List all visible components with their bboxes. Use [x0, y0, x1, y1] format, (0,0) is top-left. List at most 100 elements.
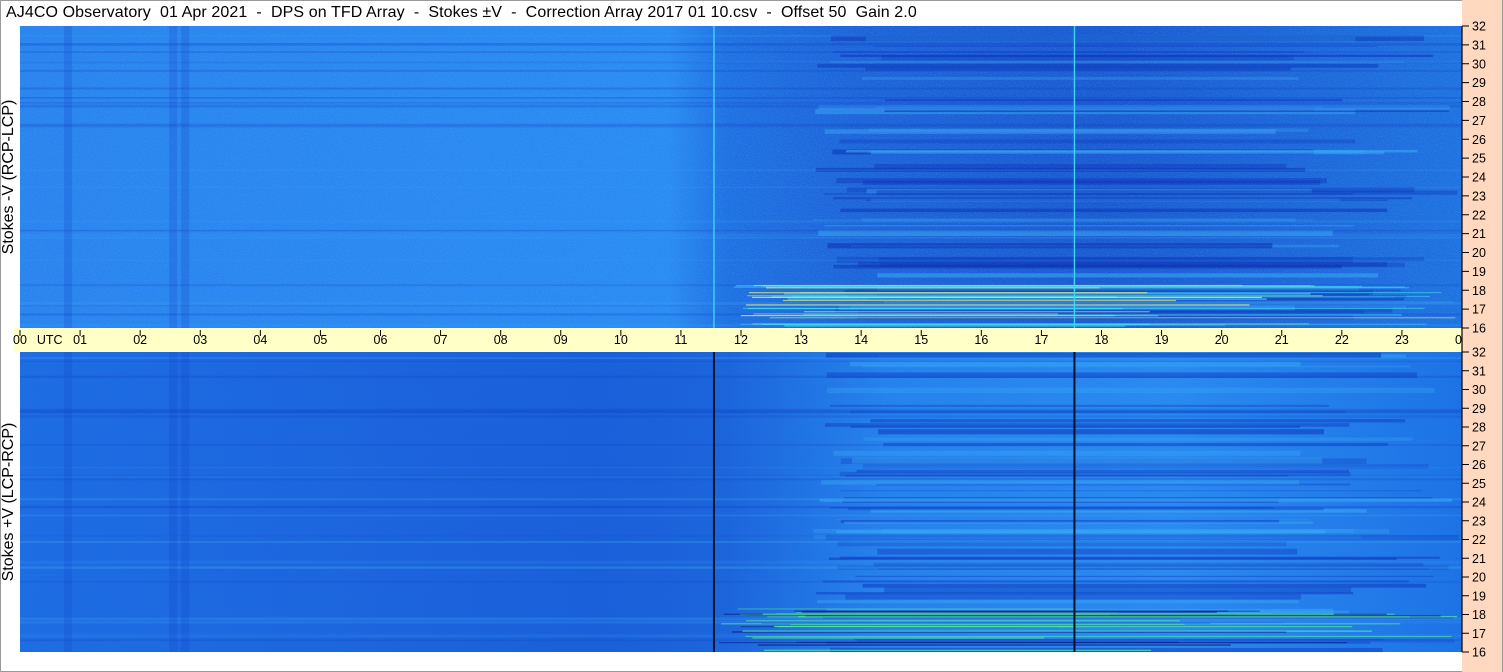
time-tick-label: 08 — [494, 333, 508, 347]
spectrogram-emission — [762, 613, 1334, 615]
freq-tick-label: 18 — [1472, 608, 1486, 622]
spectrogram-band — [836, 530, 1325, 534]
spectrogram-band — [20, 104, 1462, 108]
spectrogram-band — [20, 259, 1462, 261]
freq-tick-label: 23 — [1472, 514, 1486, 528]
spectrogram-band — [181, 352, 190, 652]
spectrogram-emission — [784, 325, 1125, 327]
spectrogram-band — [816, 600, 1299, 604]
time-tick-label: 09 — [554, 333, 568, 347]
time-tick-label: 22 — [1335, 333, 1349, 347]
spectrogram-band — [20, 541, 1462, 544]
spectrogram-band — [20, 97, 1462, 99]
freq-tick-label: 27 — [1472, 114, 1486, 128]
spectrogram-band — [20, 639, 1462, 642]
spectrogram-band — [20, 357, 1462, 359]
spectrogram-band — [876, 190, 1458, 195]
spectrogram-band — [20, 186, 1462, 188]
time-tick-label: 00 — [13, 333, 27, 347]
freq-tick-label: 17 — [1472, 627, 1486, 641]
time-tick-label: 10 — [614, 333, 628, 347]
time-tick-label: 21 — [1275, 333, 1289, 347]
spectrogram-band — [845, 593, 1301, 600]
spectrogram-emission — [742, 630, 1373, 632]
spectrogram-emission — [742, 307, 1425, 309]
spectrogram-band — [839, 139, 1356, 144]
freq-tick-label: 32 — [1472, 20, 1486, 34]
freq-tick-label: 31 — [1472, 364, 1486, 378]
spectrogram-band — [20, 125, 1462, 128]
time-tick-label: 02 — [133, 333, 147, 347]
time-tick-label: 19 — [1155, 333, 1169, 347]
time-tick-label: 01 — [73, 333, 87, 347]
spectrogram-band — [169, 26, 178, 328]
spectrogram-band — [824, 423, 1350, 427]
spectrogram-band — [20, 102, 1462, 104]
spectrogram-band — [844, 521, 1313, 524]
spectrogram-band — [20, 43, 1462, 46]
spectrogram-band — [20, 474, 1462, 477]
time-tick-label: 13 — [794, 333, 808, 347]
bottom-spectrogram-panel — [20, 352, 1462, 653]
spectrogram-band — [20, 410, 1462, 414]
spectrogram-emission — [782, 299, 1176, 302]
spectrogram-band — [817, 64, 1379, 68]
spectrogram-band — [20, 415, 1462, 418]
spectrogram-emission — [769, 317, 1456, 319]
time-tick-label: 05 — [313, 333, 327, 347]
freq-tick-label: 19 — [1472, 265, 1486, 279]
time-tick-label: 16 — [974, 333, 988, 347]
spectrogram-band — [20, 535, 1462, 537]
spectrogram-band — [820, 479, 1300, 485]
freq-tick-label: 22 — [1472, 533, 1486, 547]
spectrogram-emission — [757, 644, 1231, 646]
time-tick-label: 23 — [1395, 333, 1409, 347]
freq-tick-label: 16 — [1472, 322, 1486, 336]
freq-tick-label: 22 — [1472, 208, 1486, 222]
spectrogram-band — [20, 360, 1462, 363]
spectrogram-band — [840, 490, 1423, 492]
time-tick-label: 12 — [734, 333, 748, 347]
spectrogram-band — [20, 580, 1462, 583]
spectrogram-band — [20, 505, 1462, 509]
freq-tick-label: 25 — [1472, 152, 1486, 166]
spectrogram-band — [20, 169, 1462, 171]
spectrogram-emission — [774, 625, 1074, 628]
spectrogram-band — [20, 567, 1462, 569]
spectrogram-emission — [752, 637, 1045, 639]
spectrogram-band — [20, 477, 1462, 481]
top-spectrogram-panel — [20, 26, 1462, 328]
spectrogram-band — [20, 466, 1462, 469]
spectrogram-band — [824, 225, 1354, 227]
spectrogram-band — [815, 592, 1354, 595]
spectrogram-band — [20, 375, 1462, 378]
spectrogram-band — [839, 556, 1440, 559]
spectrogram-band — [181, 26, 190, 328]
freq-tick-label: 23 — [1472, 189, 1486, 203]
time-tick-label: 17 — [1034, 333, 1048, 347]
spectrogram-emission — [783, 293, 1311, 295]
spectrogram-band — [836, 178, 1327, 184]
freq-tick-label: 30 — [1472, 383, 1486, 397]
spectrogram-emission — [767, 616, 1410, 618]
spectrogram-emission — [748, 292, 1148, 294]
spectrogram-band — [843, 497, 1433, 499]
spectrogram-band — [20, 60, 1462, 63]
spectrogram-band — [874, 45, 1378, 47]
time-tick-label: 03 — [193, 333, 207, 347]
spectrogram-emission — [764, 649, 1152, 651]
spectrogram-emission — [740, 323, 1427, 325]
spectrogram-figure: 00 01 02 03 04 05 06 07 08 09 10 11 12 13 14 15 16 17 18 19… — [0, 0, 1503, 672]
spectrogram-band — [856, 469, 1349, 473]
spectrogram-band — [855, 575, 1434, 578]
freq-tick-label: 27 — [1472, 439, 1486, 453]
spectrogram-emission — [753, 313, 1059, 315]
spectrogram-band — [169, 352, 178, 652]
freq-tick-label: 21 — [1472, 552, 1486, 566]
spectrogram-band — [20, 229, 1462, 232]
spectrogram-band — [862, 583, 1427, 588]
spectrogram-emission — [745, 635, 1452, 638]
time-tick-label: 18 — [1095, 333, 1109, 347]
spectrogram-emission — [801, 287, 1410, 289]
freq-tick-label: 18 — [1472, 284, 1486, 298]
